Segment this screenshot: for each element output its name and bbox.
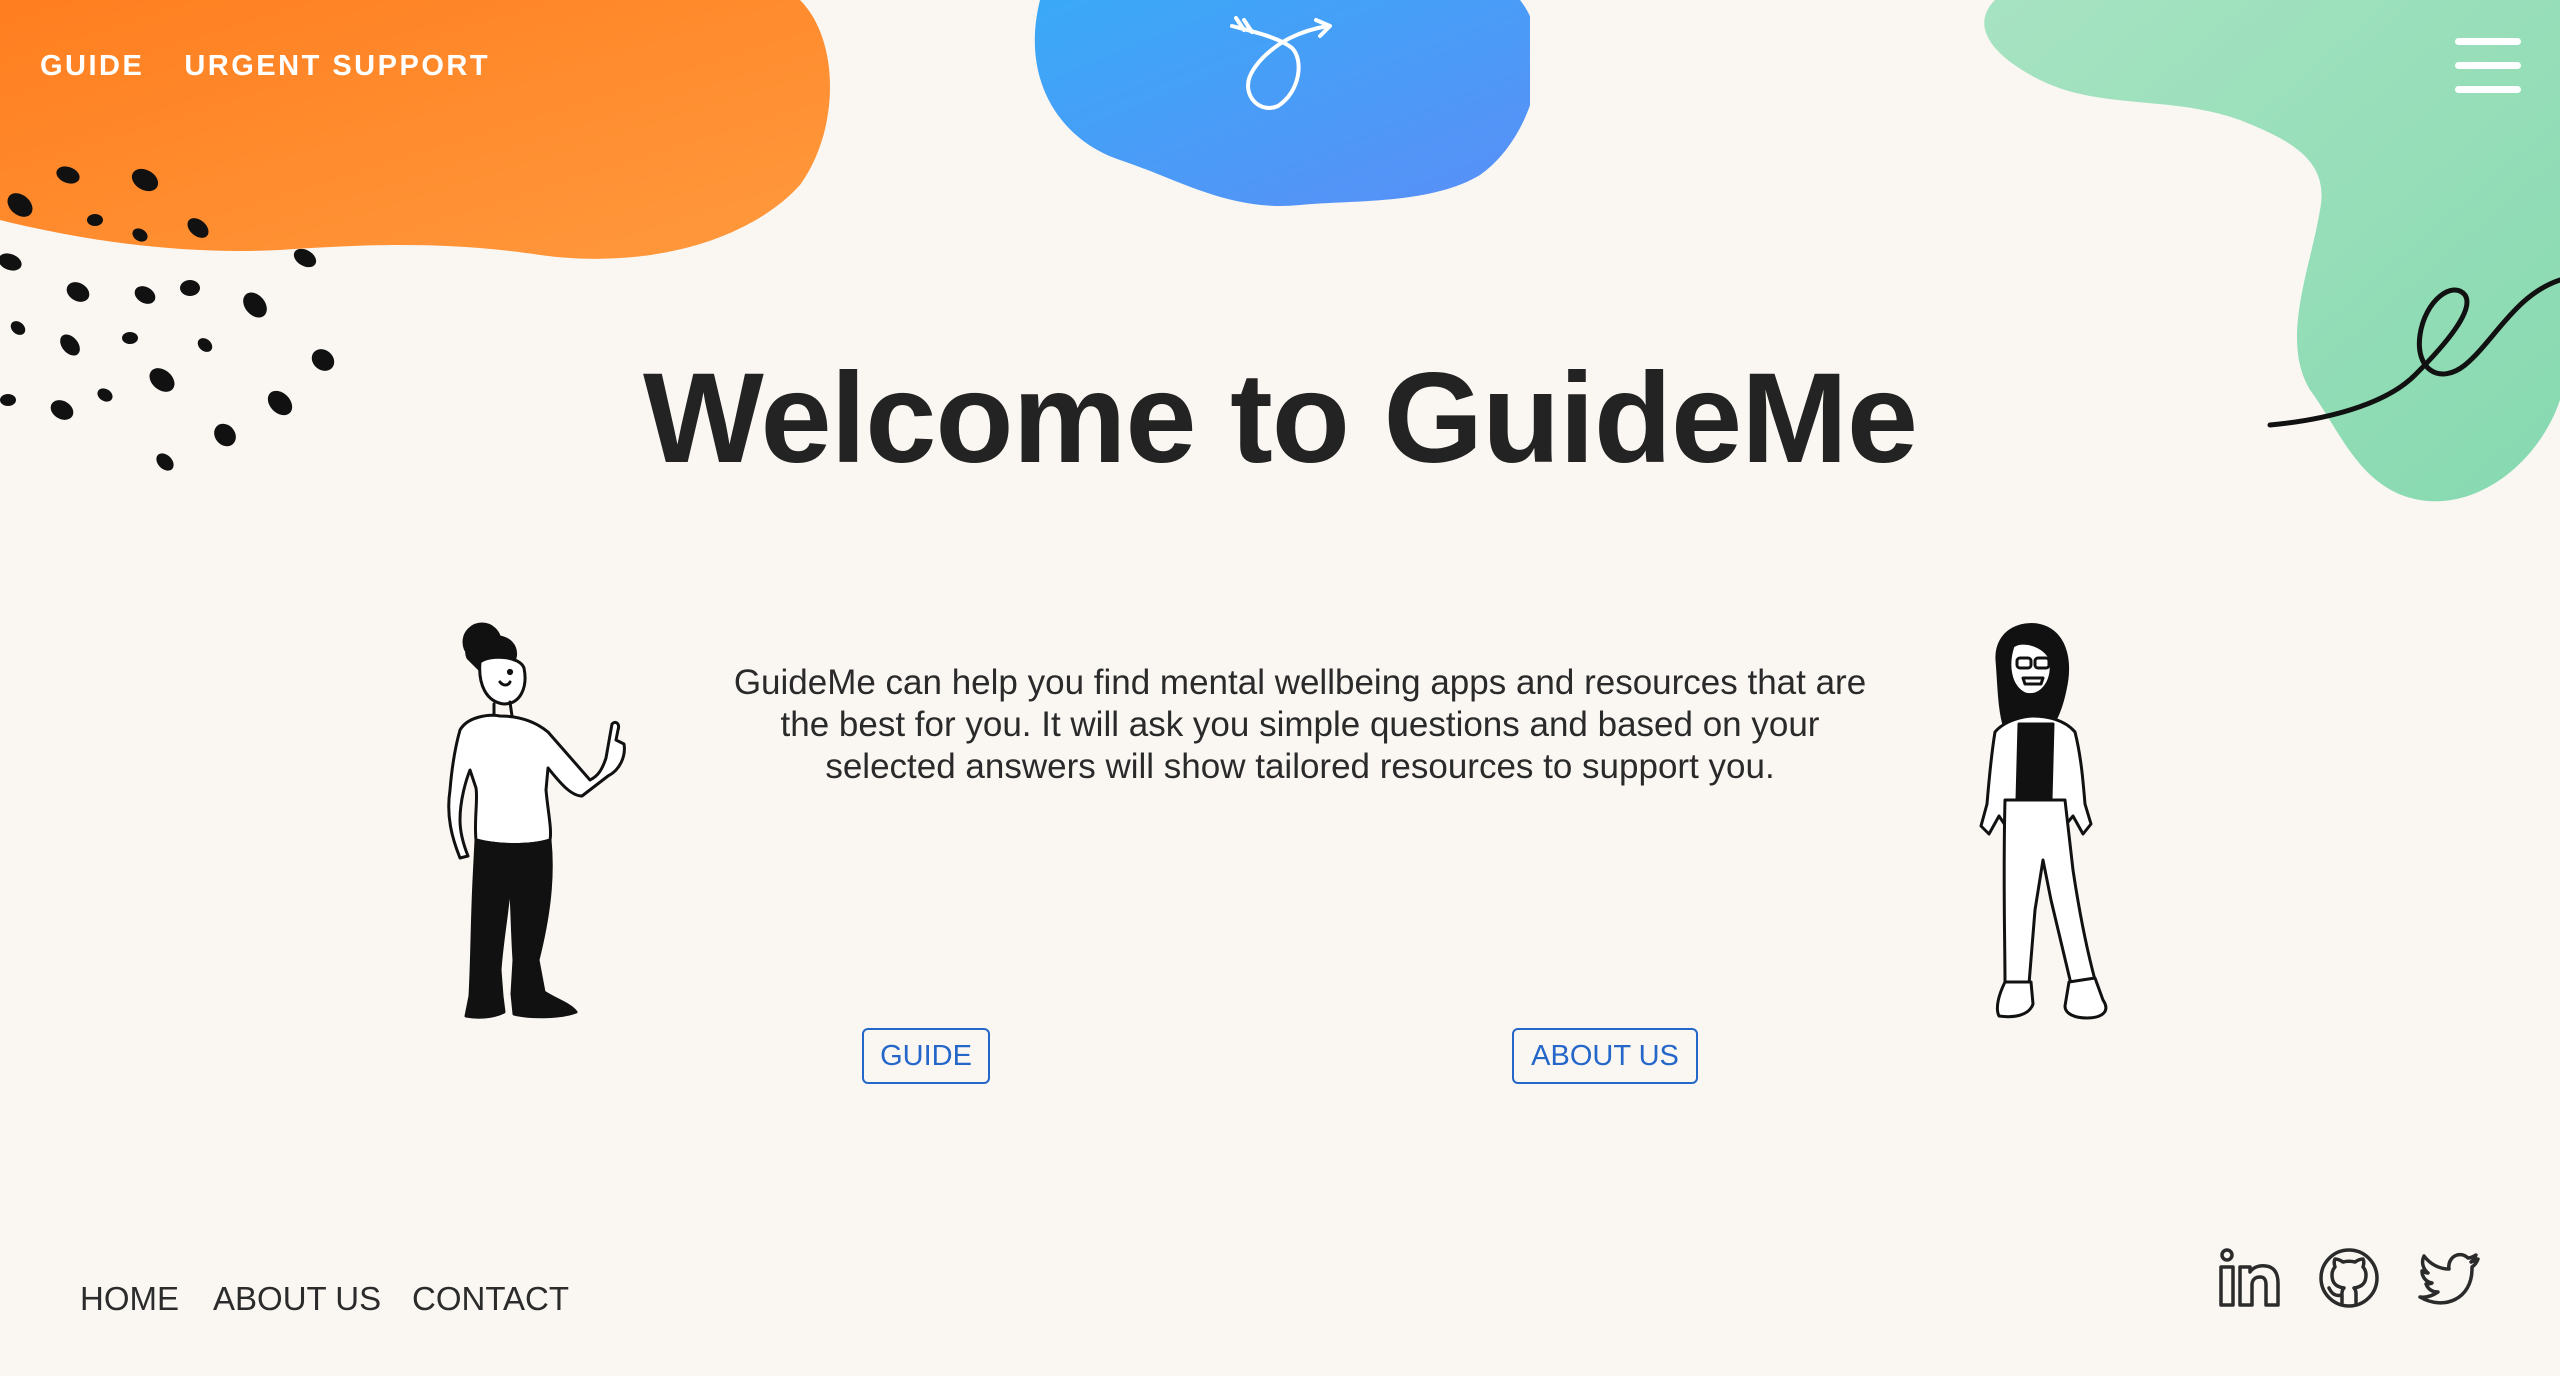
- looped-arrow-icon: [1230, 16, 1332, 110]
- guide-button[interactable]: GUIDE: [862, 1028, 990, 1084]
- github-icon[interactable]: [2316, 1245, 2382, 1311]
- page-title: Welcome to GuideMe: [642, 347, 1918, 490]
- woman-standing-illustration: [1979, 623, 2108, 1020]
- hamburger-menu-icon[interactable]: [2455, 38, 2521, 94]
- top-nav: GUIDE URGENT SUPPORT: [40, 50, 490, 83]
- footer-link-contact[interactable]: CONTACT: [412, 1280, 569, 1318]
- linkedin-icon[interactable]: [2216, 1245, 2282, 1311]
- footer-link-about-us[interactable]: ABOUT US: [213, 1280, 381, 1318]
- footer-link-home[interactable]: HOME: [80, 1280, 179, 1318]
- about-us-button[interactable]: ABOUT US: [1512, 1028, 1698, 1084]
- nav-link-urgent-support[interactable]: URGENT SUPPORT: [184, 50, 490, 83]
- nav-link-guide[interactable]: GUIDE: [40, 50, 144, 83]
- logo[interactable]: [1220, 14, 1340, 114]
- twitter-icon[interactable]: [2416, 1245, 2482, 1311]
- intro-description: GuideMe can help you find mental wellbei…: [733, 663, 1867, 786]
- woman-pointing-illustration: [447, 622, 626, 1019]
